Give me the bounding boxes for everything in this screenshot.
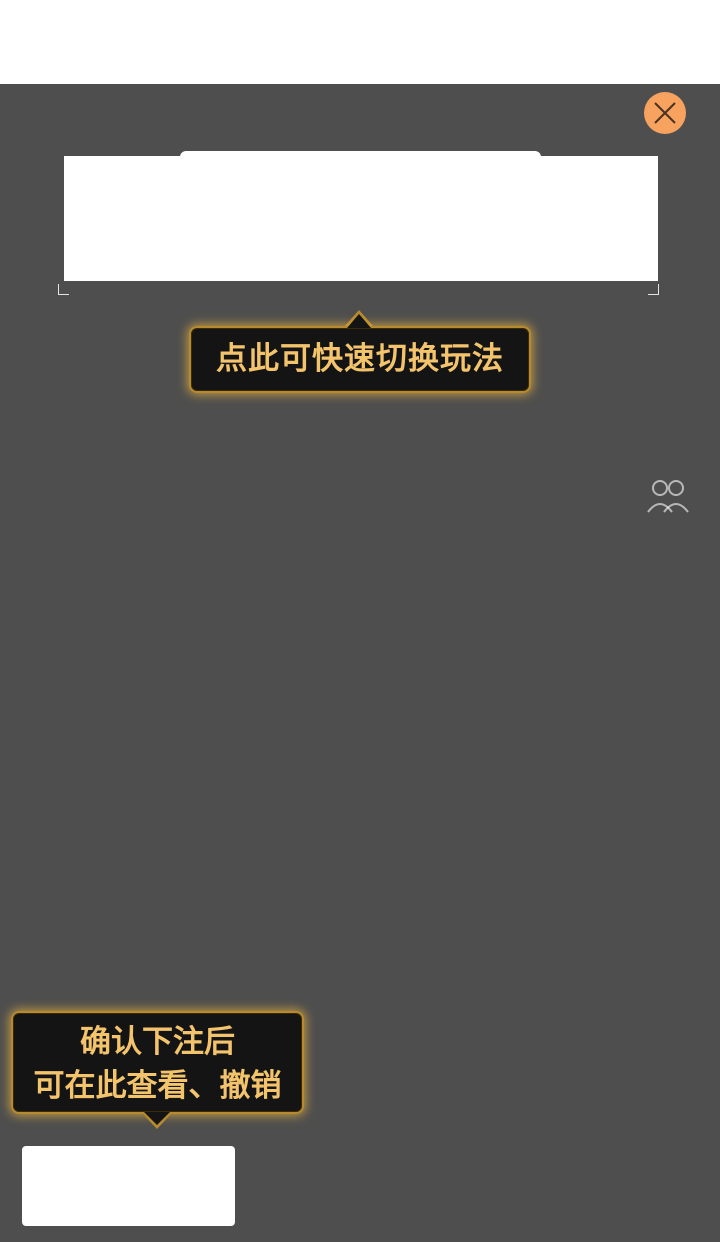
bet-record-tooltip-line2: 可在此查看、撤销 — [33, 1068, 282, 1104]
tooltip-arrow-up-inner — [347, 314, 371, 328]
highlight-corner-right — [648, 284, 659, 295]
switch-play-tooltip-text: 点此可快速切换玩法 — [216, 341, 504, 377]
bet-record-tooltip-line1: 确认下注后 — [80, 1024, 235, 1060]
bet-record-highlight[interactable] — [22, 1146, 235, 1226]
switch-play-tooltip: 点此可快速切换玩法 — [189, 326, 531, 393]
close-icon — [654, 102, 676, 124]
top-bar — [0, 0, 720, 84]
bet-record-tooltip: 确认下注后 可在此查看、撤销 — [11, 1011, 304, 1114]
tooltip-arrow-down-inner — [144, 1112, 170, 1125]
close-guide-button[interactable] — [644, 92, 686, 134]
highlight-corner-left — [58, 284, 69, 295]
game-switch-highlight[interactable] — [64, 156, 658, 281]
user-group-icon — [647, 480, 689, 513]
